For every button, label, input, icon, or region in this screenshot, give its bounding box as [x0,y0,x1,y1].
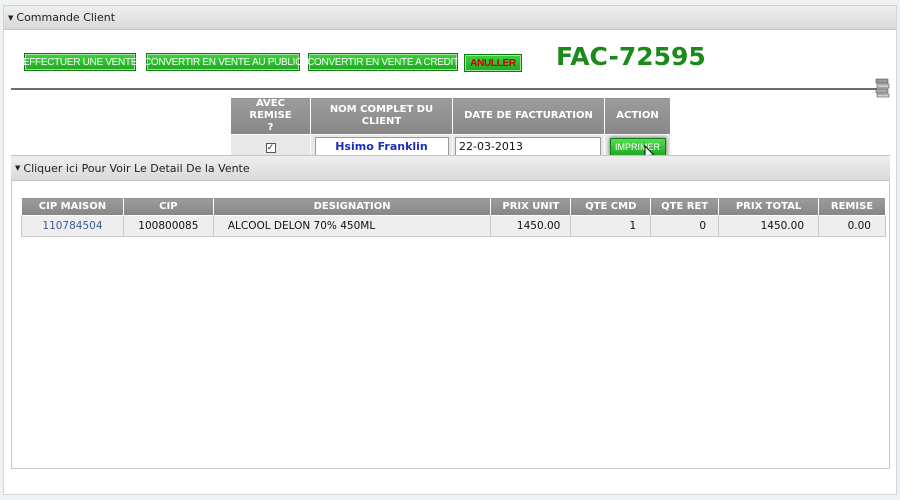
commande-client-panel: ▼ Commande Client EFFECTUER UNE VENTE CO… [3,5,897,495]
client-name-field[interactable]: Hsimo Franklin [314,137,449,157]
prix-unit-cell: 1450.00 [490,215,572,237]
section-title: Commande Client [16,11,116,24]
col-cip: CIP [122,197,214,216]
detail-toggle-label[interactable]: Cliquer ici Pour Voir Le Detail De la Ve… [23,162,249,175]
section-header[interactable]: ▼ Commande Client [4,6,896,30]
qte-cmd-cell: 1 [570,215,652,237]
col-avec-remise: AVEC REMISE ? [230,97,311,135]
remise-value-cell: 0.00 [818,215,886,237]
convertir-credit-button[interactable]: CONVERTIR EN VENTE A CREDIT [307,53,459,71]
qte-ret-cell: 0 [650,215,720,237]
cip-maison-link[interactable]: 110784504 [21,215,124,237]
client-table: AVEC REMISE ? NOM COMPLET DU CLIENT DATE… [230,97,671,160]
invoice-number: FAC-72595 [556,42,706,71]
col-action: ACTION [604,97,671,135]
col-avec-remise-question: ? [267,122,274,133]
detail-table: CIP MAISON CIP DESIGNATION PRIX UNIT QTE… [21,197,886,237]
page-background: ▼ Commande Client EFFECTUER UNE VENTE CO… [0,0,900,500]
divider [11,88,877,90]
col-qte-ret: QTE RET [650,197,720,216]
col-date-facturation: DATE DE FACTURATION [452,97,605,135]
col-prix-total: PRIX TOTAL [718,197,819,216]
annuler-button[interactable]: ANULLER [464,54,522,72]
effectuer-vente-button[interactable]: EFFECTUER UNE VENTE [23,53,137,71]
col-qte-cmd: QTE CMD [570,197,652,216]
detail-toggle-header[interactable]: ▼ Cliquer ici Pour Voir Le Detail De la … [11,155,890,181]
col-cip-maison: CIP MAISON [21,197,124,216]
books-icon[interactable] [874,76,892,98]
date-facturation-input[interactable]: 22-03-2013 [455,137,601,157]
prix-total-cell: 1450.00 [718,215,819,237]
col-avec-remise-label: AVEC REMISE [249,98,292,121]
collapse-triangle-icon[interactable]: ▼ [8,14,13,22]
annuler-label: ANULLER [470,57,516,69]
col-designation: DESIGNATION [212,197,492,216]
designation-cell: ALCOOL DELON 70% 450ML [212,215,492,237]
detail-triangle-icon[interactable]: ▼ [15,164,20,172]
cip-cell: 100800085 [122,215,214,237]
col-nom-client: NOM COMPLET DU CLIENT [310,97,453,135]
col-prix-unit: PRIX UNIT [490,197,572,216]
convertir-public-button[interactable]: CONVERTIR EN VENTE AU PUBLIC [144,53,302,71]
imprimer-button[interactable]: IMPRIMER [609,138,666,156]
avec-remise-checkbox[interactable]: ✓ [265,142,276,153]
table-row[interactable]: 110784504 100800085 ALCOOL DELON 70% 450… [21,215,886,237]
col-remise: REMISE [818,197,886,216]
